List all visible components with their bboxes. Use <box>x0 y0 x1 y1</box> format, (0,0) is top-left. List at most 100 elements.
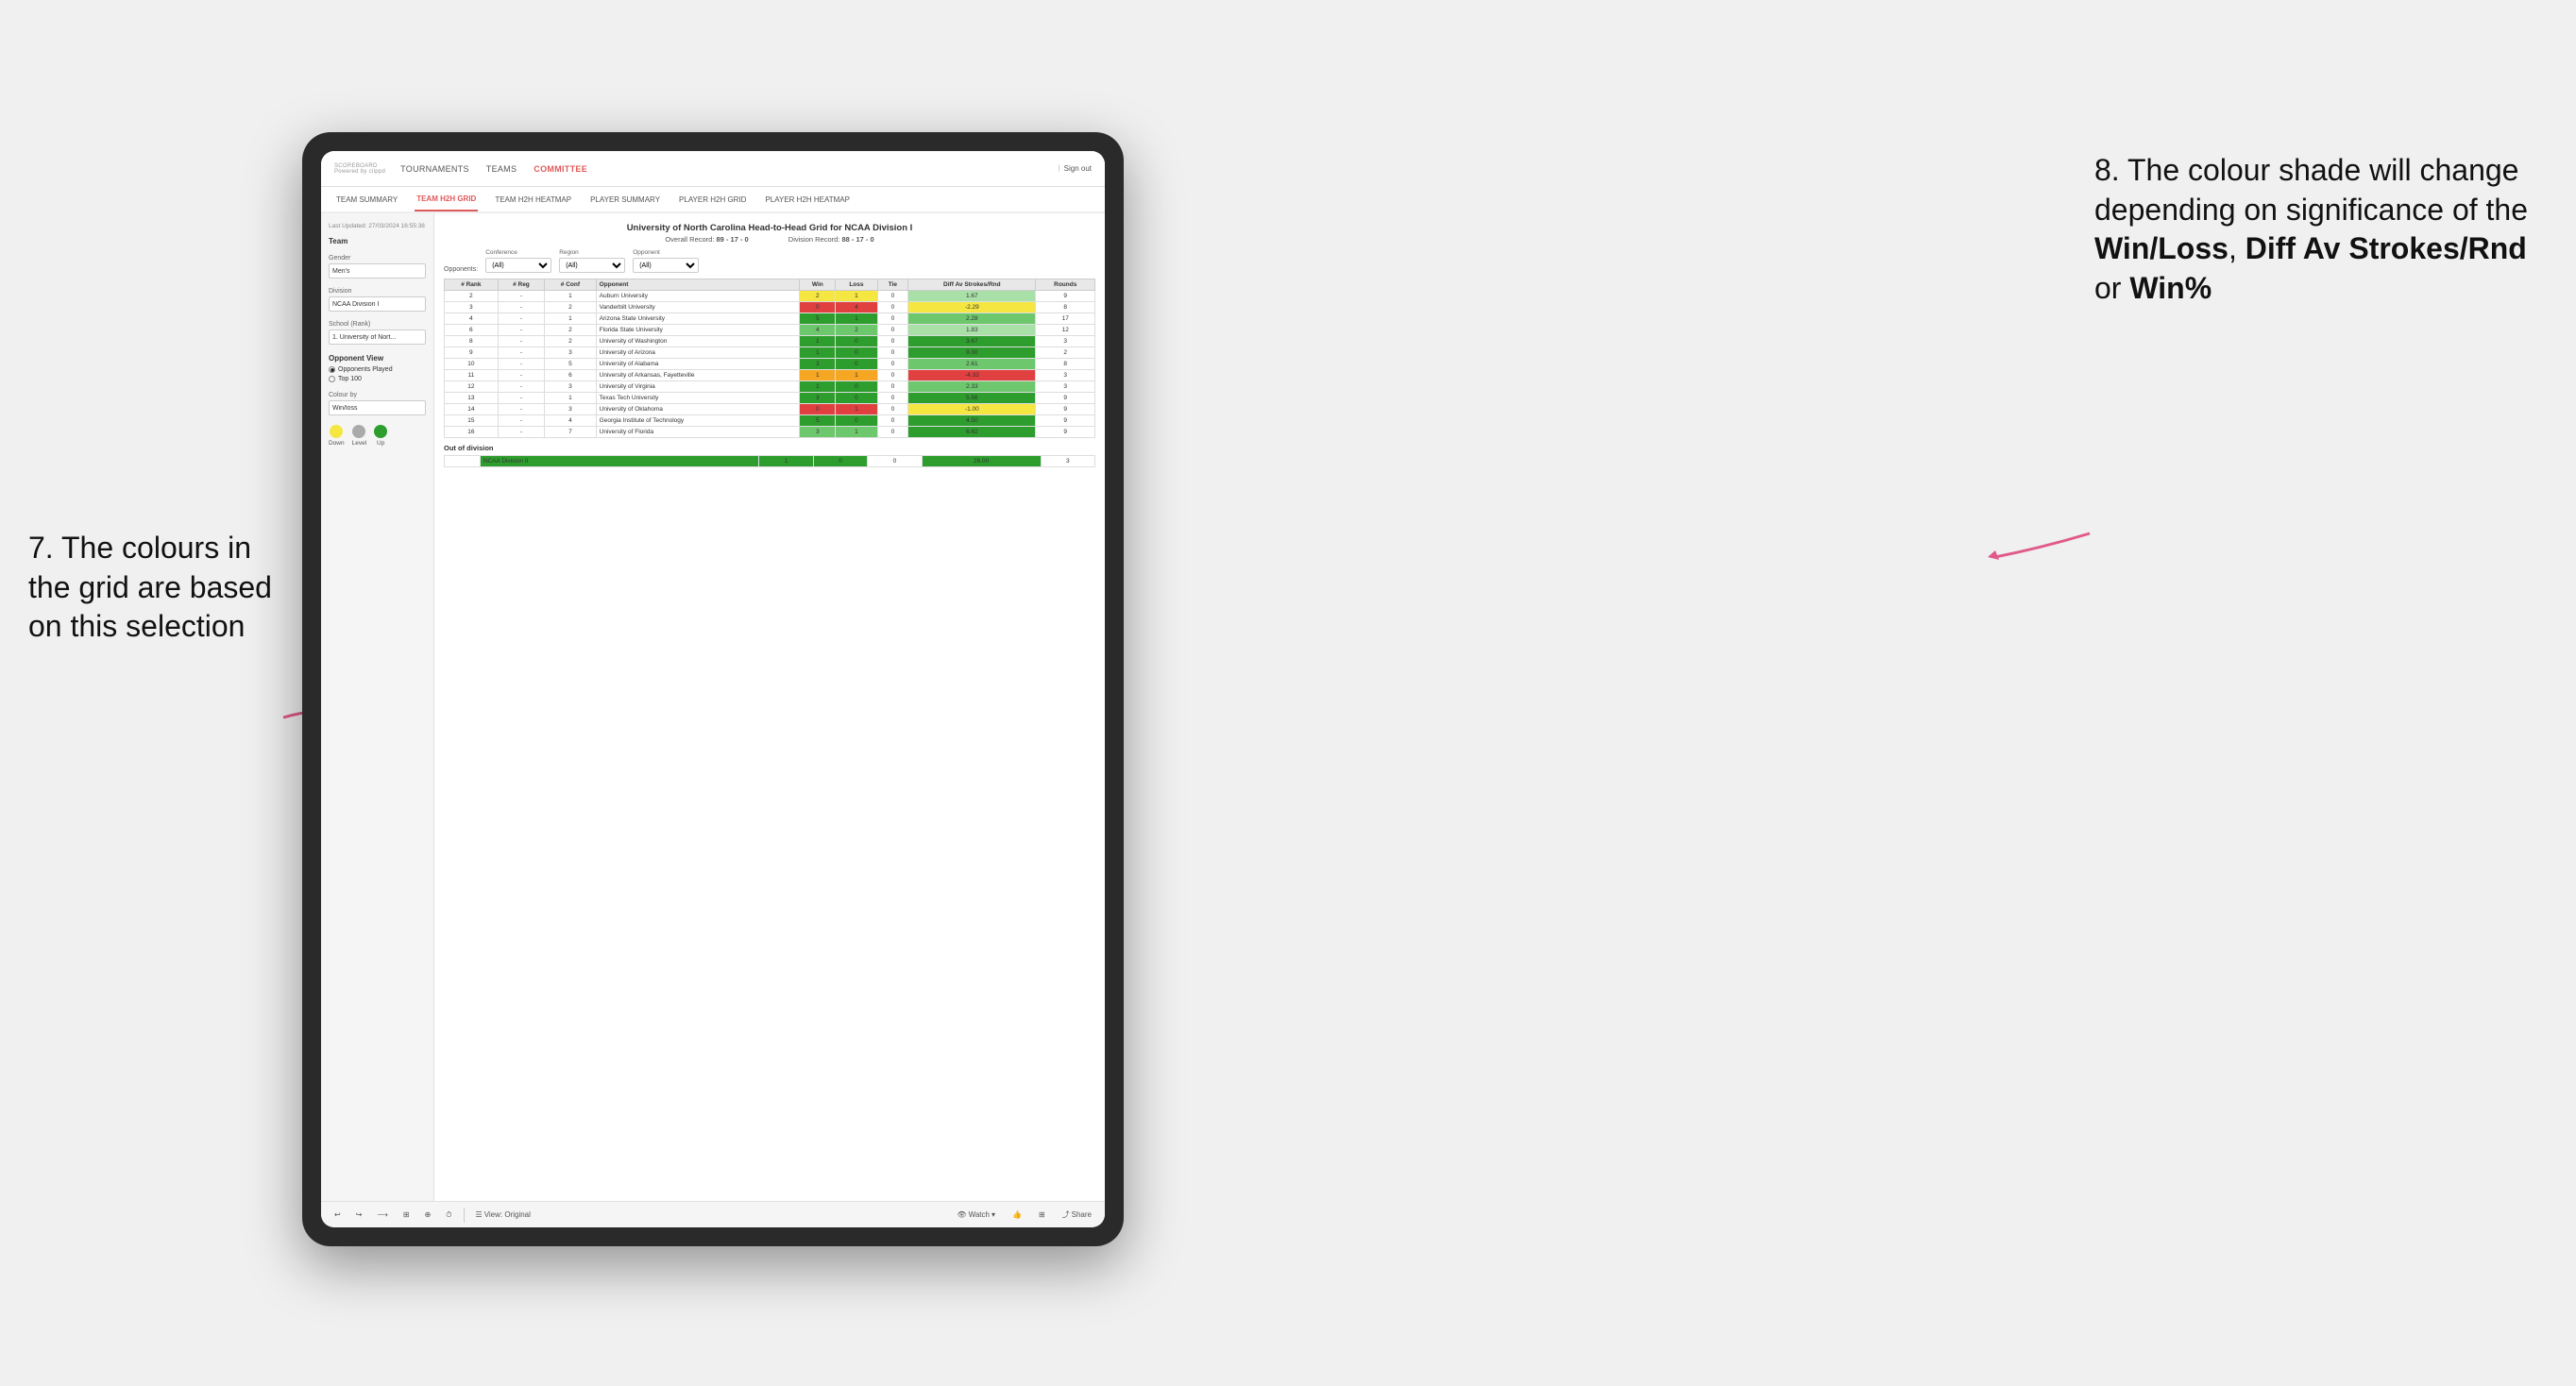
cell-opponent: University of Arkansas, Fayetteville <box>596 370 800 381</box>
arrow-right-icon <box>1986 524 2099 571</box>
filter-row: Opponents: Conference (All) Region (All) <box>444 249 1095 273</box>
cell-rank: 6 <box>445 325 499 336</box>
table-row: 16 - 7 University of Florida 3 1 0 6.62 … <box>445 427 1095 438</box>
ood-rank <box>445 456 481 467</box>
opponent-select[interactable]: (All) <box>633 258 699 273</box>
division-select[interactable]: NCAA Division I <box>329 296 426 312</box>
school-label: School (Rank) <box>329 321 426 328</box>
cell-rank: 4 <box>445 313 499 325</box>
school-select[interactable]: 1. University of Nort... <box>329 330 426 345</box>
cell-win: 1 <box>800 370 836 381</box>
redo-btn[interactable]: ↪ <box>352 1209 366 1221</box>
table-row: 15 - 4 Georgia Institute of Technology 5… <box>445 415 1095 427</box>
cell-diff: 4.50 <box>908 415 1036 427</box>
cell-rounds: 9 <box>1036 415 1095 427</box>
colour-by-section: Colour by Win/loss <box>329 392 426 415</box>
table-row: 9 - 3 University of Arizona 1 0 0 9.00 2 <box>445 347 1095 359</box>
opponents-label: Opponents: <box>444 266 478 273</box>
nav-tournaments[interactable]: TOURNAMENTS <box>400 164 469 174</box>
cell-win: 1 <box>800 347 836 359</box>
cell-conf: 3 <box>545 404 597 415</box>
nav-committee[interactable]: COMMITTEE <box>534 164 587 174</box>
ood-opponent: NCAA Division II <box>480 456 759 467</box>
cell-conf: 5 <box>545 359 597 370</box>
clock-btn[interactable]: ⏱ <box>442 1209 455 1222</box>
subnav-player-summary[interactable]: PLAYER SUMMARY <box>588 187 662 211</box>
subnav-team-summary[interactable]: TEAM SUMMARY <box>334 187 399 211</box>
sign-out-button[interactable]: Sign out <box>1064 164 1092 173</box>
gender-select[interactable]: Men's <box>329 263 426 279</box>
cell-rank: 8 <box>445 336 499 347</box>
cell-loss: 0 <box>836 359 877 370</box>
thumbs-btn[interactable]: 👍 <box>1008 1209 1025 1221</box>
copy-btn[interactable]: ⊕ <box>421 1209 435 1221</box>
radio-opponents-played[interactable]: Opponents Played <box>329 366 426 373</box>
cell-tie: 0 <box>877 313 908 325</box>
forward-btn[interactable]: ⟶ <box>373 1209 391 1221</box>
subnav-team-h2h-grid[interactable]: TEAM H2H GRID <box>415 187 478 211</box>
cell-loss: 0 <box>836 336 877 347</box>
subnav-team-h2h-heatmap[interactable]: TEAM H2H HEATMAP <box>493 187 573 211</box>
cell-win: 5 <box>800 313 836 325</box>
bold-win-pct: Win% <box>2129 271 2212 305</box>
conference-select[interactable]: (All) <box>485 258 551 273</box>
colour-by-select[interactable]: Win/loss <box>329 400 426 415</box>
watch-btn[interactable]: 👁 Watch ▾ <box>953 1209 999 1221</box>
nav-teams[interactable]: TEAMS <box>486 164 517 174</box>
cell-tie: 0 <box>877 302 908 313</box>
cell-loss: 0 <box>836 415 877 427</box>
subnav-player-h2h-heatmap[interactable]: PLAYER H2H HEATMAP <box>763 187 852 211</box>
radio-top100[interactable]: Top 100 <box>329 376 426 382</box>
opponent-label: Opponent <box>633 249 699 256</box>
table-row: 6 - 2 Florida State University 4 2 0 1.8… <box>445 325 1095 336</box>
col-reg: # Reg <box>498 279 544 291</box>
cell-loss: 1 <box>836 313 877 325</box>
cell-reg: - <box>498 347 544 359</box>
cell-win: 3 <box>800 427 836 438</box>
legend-level-dot <box>352 425 365 438</box>
grid-btn[interactable]: ⊞ <box>1035 1209 1049 1221</box>
crop-btn[interactable]: ⊞ <box>399 1209 414 1221</box>
cell-win: 5 <box>800 415 836 427</box>
cell-tie: 0 <box>877 336 908 347</box>
table-row: 14 - 3 University of Oklahoma 0 1 0 -1.0… <box>445 404 1095 415</box>
undo-btn[interactable]: ↩ <box>330 1209 345 1221</box>
cell-tie: 0 <box>877 381 908 393</box>
cell-tie: 0 <box>877 404 908 415</box>
subnav-player-h2h-grid[interactable]: PLAYER H2H GRID <box>677 187 748 211</box>
annotation-right: 8. The colour shade will change dependin… <box>2094 151 2548 308</box>
table-row: 8 - 2 University of Washington 1 0 0 3.6… <box>445 336 1095 347</box>
cell-loss: 1 <box>836 370 877 381</box>
cell-opponent: Auburn University <box>596 291 800 302</box>
cell-conf: 7 <box>545 427 597 438</box>
region-select[interactable]: (All) <box>559 258 625 273</box>
conference-label: Conference <box>485 249 551 256</box>
view-btn[interactable]: ☰ View: Original <box>472 1209 534 1221</box>
cell-rounds: 17 <box>1036 313 1095 325</box>
table-row: 13 - 1 Texas Tech University 3 0 0 5.56 … <box>445 393 1095 404</box>
cell-tie: 0 <box>877 291 908 302</box>
cell-reg: - <box>498 313 544 325</box>
cell-reg: - <box>498 291 544 302</box>
cell-rank: 16 <box>445 427 499 438</box>
opponent-view-label: Opponent View <box>329 354 426 363</box>
table-row: 11 - 6 University of Arkansas, Fayettevi… <box>445 370 1095 381</box>
cell-opponent: University of Virginia <box>596 381 800 393</box>
cell-tie: 0 <box>877 415 908 427</box>
cell-conf: 2 <box>545 302 597 313</box>
division-section: Division NCAA Division I <box>329 288 426 312</box>
data-table: # Rank # Reg # Conf Opponent Win Loss Ti… <box>444 279 1095 438</box>
table-row: 3 - 2 Vanderbilt University 0 4 0 -2.29 … <box>445 302 1095 313</box>
cell-loss: 0 <box>836 347 877 359</box>
watch-icon: 👁 <box>957 1210 966 1219</box>
cell-opponent: Vanderbilt University <box>596 302 800 313</box>
cell-reg: - <box>498 336 544 347</box>
grid-records: Overall Record: 89 - 17 - 0 Division Rec… <box>444 235 1095 244</box>
grid-title: University of North Carolina Head-to-Hea… <box>444 223 1095 233</box>
cell-win: 0 <box>800 302 836 313</box>
cell-loss: 4 <box>836 302 877 313</box>
share-btn[interactable]: ⤴ Share <box>1059 1208 1095 1222</box>
cell-reg: - <box>498 404 544 415</box>
cell-rank: 3 <box>445 302 499 313</box>
cell-loss: 1 <box>836 427 877 438</box>
